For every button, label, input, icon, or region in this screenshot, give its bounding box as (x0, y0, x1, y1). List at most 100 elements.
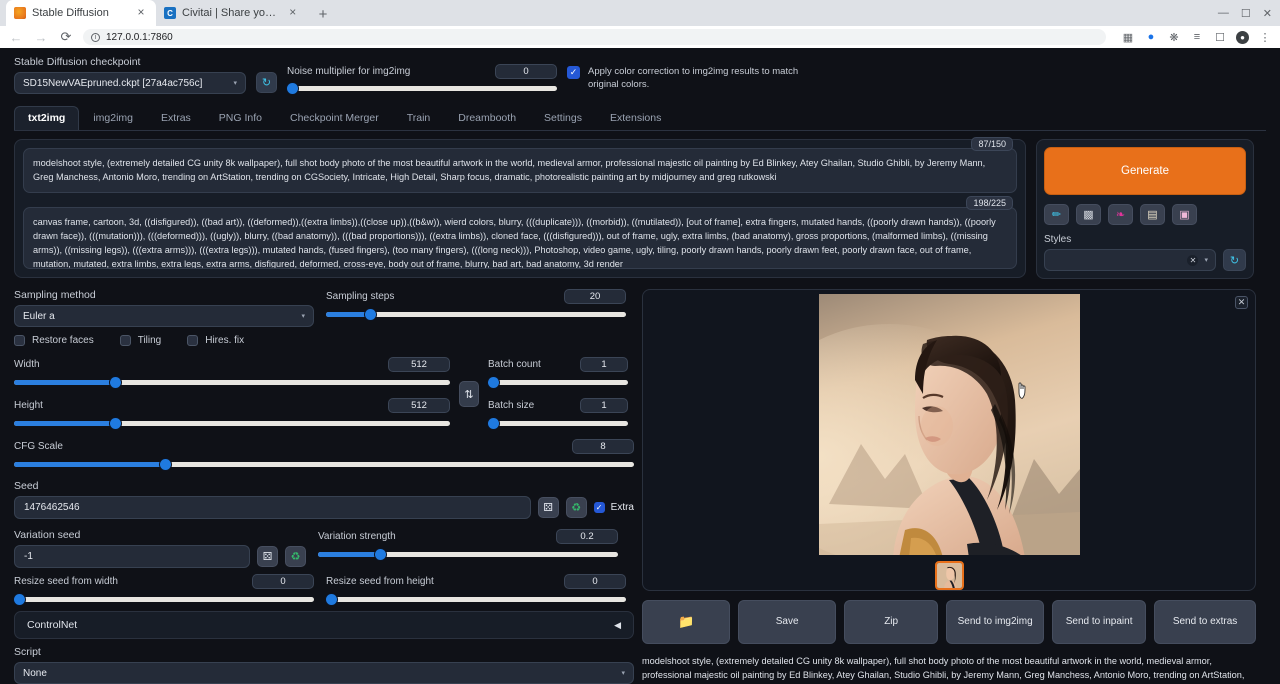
slider-handle[interactable] (375, 549, 386, 560)
controlnet-accordion[interactable]: ControlNet ◀ (14, 611, 634, 639)
color-correction-checkbox[interactable]: ✓ (567, 66, 580, 79)
sampling-steps-slider[interactable] (326, 308, 626, 320)
slider-handle[interactable] (110, 418, 121, 429)
browser-tab-stable-diffusion[interactable]: Stable Diffusion × (6, 0, 156, 26)
save-button[interactable]: Save (738, 600, 836, 644)
random-variation-seed-icon[interactable]: ⚄ (257, 546, 278, 567)
batch-count-slider[interactable] (488, 376, 628, 388)
negative-prompt-input[interactable]: canvas frame, cartoon, 3d, ((disfigured)… (23, 207, 1017, 269)
browser-tab-civitai[interactable]: C Civitai | Share your models × (156, 0, 306, 26)
random-seed-icon[interactable]: ⚄ (538, 497, 559, 518)
zip-button[interactable]: Zip (844, 600, 938, 644)
prompt-input[interactable]: modelshoot style, (extremely detailed CG… (23, 148, 1017, 193)
color-correction-row[interactable]: ✓ Apply color correction to img2img resu… (567, 66, 807, 92)
slider-handle[interactable] (488, 418, 499, 429)
collapse-triangle-icon[interactable]: ◀ (614, 620, 621, 631)
width-value[interactable]: 512 (388, 357, 450, 372)
tab-img2img[interactable]: img2img (79, 106, 147, 130)
sampling-steps-value[interactable]: 20 (564, 289, 626, 304)
reading-list-icon[interactable]: ≡ (1190, 30, 1204, 44)
open-folder-button[interactable]: 📁 (642, 600, 730, 644)
forward-icon[interactable]: → (33, 29, 49, 45)
cfg-scale-slider[interactable] (14, 458, 634, 470)
height-value[interactable]: 512 (388, 398, 450, 413)
new-tab-button[interactable]: + (310, 2, 336, 26)
show-extra-networks-icon[interactable]: ❧ (1108, 204, 1133, 225)
restore-faces-checkbox-row[interactable]: Restore faces (14, 335, 94, 346)
tab-extensions[interactable]: Extensions (596, 106, 675, 130)
minimize-icon[interactable]: — (1218, 7, 1229, 19)
refresh-checkpoint-button[interactable]: ↻ (256, 72, 277, 93)
close-icon[interactable]: ✕ (1235, 296, 1248, 309)
slider-handle[interactable] (14, 594, 25, 605)
hires-fix-checkbox[interactable] (187, 335, 198, 346)
seed-input[interactable]: 1476462546 (14, 496, 531, 519)
hires-fix-checkbox-row[interactable]: Hires. fix (187, 335, 244, 346)
send-to-extras-button[interactable]: Send to extras (1154, 600, 1256, 644)
site-info-icon[interactable]: i (91, 33, 100, 42)
back-icon[interactable]: ← (8, 29, 24, 45)
window-close-icon[interactable]: ✕ (1263, 7, 1272, 20)
read-generation-params-icon[interactable]: ▤ (1140, 204, 1165, 225)
variation-strength-value[interactable]: 0.2 (556, 529, 618, 544)
resize-seed-width-slider[interactable] (14, 593, 314, 605)
address-bar[interactable]: i 127.0.0.1:7860 (83, 29, 1106, 45)
variation-seed-input[interactable]: -1 (14, 545, 250, 568)
image-thumbnail[interactable] (935, 561, 964, 590)
sync-icon[interactable]: ● (1144, 30, 1158, 44)
slider-handle[interactable] (488, 377, 499, 388)
variation-strength-slider[interactable] (318, 548, 618, 560)
extra-checkbox[interactable]: ✓ (594, 502, 605, 513)
generated-image[interactable] (819, 294, 1080, 555)
resize-seed-height-value[interactable]: 0 (564, 574, 626, 589)
sampling-method-select[interactable]: Euler a ▾ (14, 305, 314, 327)
maximize-icon[interactable]: ☐ (1241, 7, 1251, 20)
extra-checkbox-row[interactable]: ✓ Extra (594, 502, 634, 513)
recycle-seed-icon[interactable]: ♻ (566, 497, 587, 518)
script-select[interactable]: None ▾ (14, 662, 634, 684)
calculator-icon[interactable]: ▦ (1121, 30, 1135, 44)
slider-handle[interactable] (365, 309, 376, 320)
resize-seed-width-value[interactable]: 0 (252, 574, 314, 589)
clear-icon[interactable]: ✕ (1187, 255, 1198, 266)
tab-txt2img[interactable]: txt2img (14, 106, 79, 130)
close-icon[interactable]: × (287, 6, 298, 20)
generate-button[interactable]: Generate (1044, 147, 1246, 195)
sidepanel-icon[interactable]: ☐ (1213, 30, 1227, 44)
batch-size-slider[interactable] (488, 417, 628, 429)
tab-train[interactable]: Train (393, 106, 445, 130)
styles-select[interactable]: ✕ ▾ (1044, 249, 1216, 271)
slider-handle[interactable] (160, 459, 171, 470)
clear-prompt-icon[interactable]: ▩ (1076, 204, 1101, 225)
tiling-checkbox[interactable] (120, 335, 131, 346)
tab-checkpoint-merger[interactable]: Checkpoint Merger (276, 106, 393, 130)
slider-handle[interactable] (287, 83, 298, 94)
tab-png-info[interactable]: PNG Info (205, 106, 276, 130)
width-slider[interactable] (14, 376, 450, 388)
refresh-styles-button[interactable]: ↻ (1223, 249, 1246, 271)
reload-icon[interactable]: ⟳ (58, 29, 74, 45)
send-to-inpaint-button[interactable]: Send to inpaint (1052, 600, 1146, 644)
close-icon[interactable]: × (134, 6, 148, 20)
noise-multiplier-slider[interactable] (287, 82, 557, 94)
restore-faces-checkbox[interactable] (14, 335, 25, 346)
batch-size-value[interactable]: 1 (580, 398, 628, 413)
slider-handle[interactable] (110, 377, 121, 388)
tiling-checkbox-row[interactable]: Tiling (120, 335, 162, 346)
tab-dreambooth[interactable]: Dreambooth (444, 106, 530, 130)
chevron-down-icon[interactable]: ▾ (1204, 256, 1208, 264)
tab-extras[interactable]: Extras (147, 106, 205, 130)
apply-style-icon[interactable]: ▣ (1172, 204, 1197, 225)
extensions-icon[interactable]: ❋ (1167, 30, 1181, 44)
send-to-img2img-button[interactable]: Send to img2img (946, 600, 1044, 644)
restore-progress-icon[interactable]: ✏ (1044, 204, 1069, 225)
batch-count-value[interactable]: 1 (580, 357, 628, 372)
swap-dimensions-button[interactable]: ⇅ (459, 381, 479, 407)
resize-seed-height-slider[interactable] (326, 593, 626, 605)
recycle-variation-seed-icon[interactable]: ♻ (285, 546, 306, 567)
checkpoint-select[interactable]: SD15NewVAEpruned.ckpt [27a4ac756c] ▾ (14, 72, 246, 94)
slider-handle[interactable] (326, 594, 337, 605)
profile-icon[interactable]: ● (1236, 31, 1249, 44)
tab-settings[interactable]: Settings (530, 106, 596, 130)
cfg-scale-value[interactable]: 8 (572, 439, 634, 454)
